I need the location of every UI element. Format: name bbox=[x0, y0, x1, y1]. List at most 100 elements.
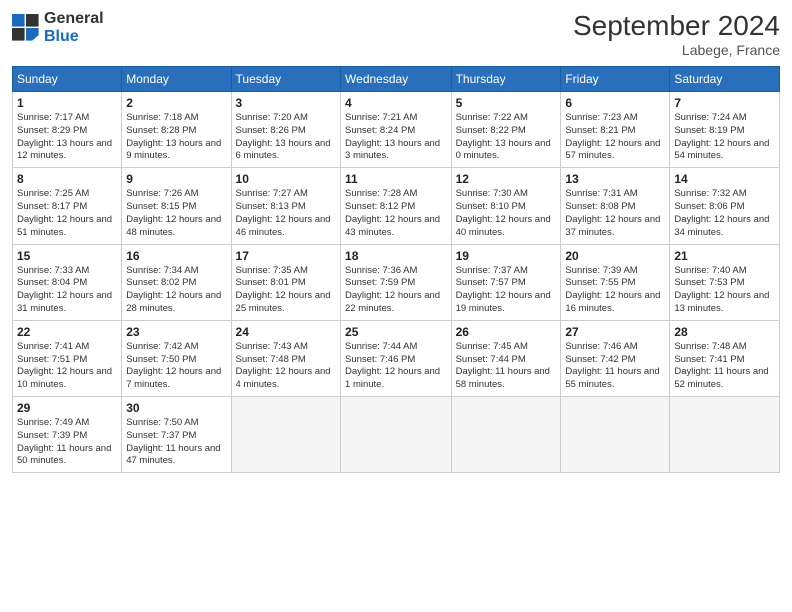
day-number: 8 bbox=[17, 172, 117, 186]
day-number: 18 bbox=[345, 249, 447, 263]
day-number: 16 bbox=[126, 249, 226, 263]
calendar-header-row: SundayMondayTuesdayWednesdayThursdayFrid… bbox=[13, 67, 780, 92]
calendar-cell: 17Sunrise: 7:35 AMSunset: 8:01 PMDayligh… bbox=[231, 244, 341, 320]
calendar-cell: 15 Sunrise: 7:33 AMSunset: 8:04 PMDayligh… bbox=[13, 244, 122, 320]
calendar-cell: 4 Sunrise: 7:21 AMSunset: 8:24 PMDaylight… bbox=[341, 92, 452, 168]
calendar-cell: 25Sunrise: 7:44 AMSunset: 7:46 PMDayligh… bbox=[341, 320, 452, 396]
calendar-cell bbox=[341, 397, 452, 473]
day-info: Sunrise: 7:43 AMSunset: 7:48 PMDaylight:… bbox=[236, 341, 337, 392]
day-number: 5 bbox=[456, 96, 557, 110]
calendar-cell: 10 Sunrise: 7:27 AMSunset: 8:13 PMDayligh… bbox=[231, 168, 341, 244]
day-info: Sunrise: 7:41 AMSunset: 7:51 PMDaylight:… bbox=[17, 341, 117, 392]
title-block: September 2024 Labege, France bbox=[573, 10, 780, 58]
calendar-cell: 2 Sunrise: 7:18 AMSunset: 8:28 PMDaylight… bbox=[122, 92, 231, 168]
calendar-cell: 11Sunrise: 7:28 AMSunset: 8:12 PMDayligh… bbox=[341, 168, 452, 244]
logo-icon bbox=[12, 14, 40, 42]
day-number: 22 bbox=[17, 325, 117, 339]
day-info: Sunrise: 7:25 AMSunset: 8:17 PMDaylight:… bbox=[17, 188, 117, 239]
weekday-header: Thursday bbox=[451, 67, 561, 92]
day-number: 26 bbox=[456, 325, 557, 339]
weekday-header: Wednesday bbox=[341, 67, 452, 92]
day-number: 4 bbox=[345, 96, 447, 110]
day-number: 27 bbox=[565, 325, 665, 339]
calendar-cell: 9 Sunrise: 7:26 AMSunset: 8:15 PMDaylight… bbox=[122, 168, 231, 244]
calendar-cell: 8 Sunrise: 7:25 AMSunset: 8:17 PMDaylight… bbox=[13, 168, 122, 244]
day-info: Sunrise: 7:26 AMSunset: 8:15 PMDaylight:… bbox=[126, 188, 226, 239]
day-info: Sunrise: 7:36 AMSunset: 7:59 PMDaylight:… bbox=[345, 265, 447, 316]
day-number: 15 bbox=[17, 249, 117, 263]
calendar-week-row: 15 Sunrise: 7:33 AMSunset: 8:04 PMDayligh… bbox=[13, 244, 780, 320]
page-container: General Blue September 2024 Labege, Fran… bbox=[0, 0, 792, 483]
day-number: 9 bbox=[126, 172, 226, 186]
weekday-header: Sunday bbox=[13, 67, 122, 92]
calendar-cell: 22 Sunrise: 7:41 AMSunset: 7:51 PMDayligh… bbox=[13, 320, 122, 396]
day-number: 1 bbox=[17, 96, 117, 110]
day-info: Sunrise: 7:39 AMSunset: 7:55 PMDaylight:… bbox=[565, 265, 665, 316]
day-info: Sunrise: 7:49 AMSunset: 7:39 PMDaylight:… bbox=[17, 417, 117, 468]
day-info: Sunrise: 7:40 AMSunset: 7:53 PMDaylight:… bbox=[674, 265, 775, 316]
calendar-week-row: 8 Sunrise: 7:25 AMSunset: 8:17 PMDaylight… bbox=[13, 168, 780, 244]
day-info: Sunrise: 7:28 AMSunset: 8:12 PMDaylight:… bbox=[345, 188, 447, 239]
day-number: 17 bbox=[236, 249, 337, 263]
calendar-week-row: 22 Sunrise: 7:41 AMSunset: 7:51 PMDayligh… bbox=[13, 320, 780, 396]
calendar-week-row: 1 Sunrise: 7:17 AMSunset: 8:29 PMDaylight… bbox=[13, 92, 780, 168]
day-number: 20 bbox=[565, 249, 665, 263]
weekday-header: Tuesday bbox=[231, 67, 341, 92]
calendar-cell: 12 Sunrise: 7:30 AMSunset: 8:10 PMDayligh… bbox=[451, 168, 561, 244]
calendar-cell: 16 Sunrise: 7:34 AMSunset: 8:02 PMDayligh… bbox=[122, 244, 231, 320]
day-number: 19 bbox=[456, 249, 557, 263]
day-info: Sunrise: 7:46 AMSunset: 7:42 PMDaylight:… bbox=[565, 341, 665, 392]
day-number: 6 bbox=[565, 96, 665, 110]
calendar-cell bbox=[561, 397, 670, 473]
day-info: Sunrise: 7:23 AMSunset: 8:21 PMDaylight:… bbox=[565, 112, 665, 163]
day-info: Sunrise: 7:31 AMSunset: 8:08 PMDaylight:… bbox=[565, 188, 665, 239]
day-number: 10 bbox=[236, 172, 337, 186]
calendar-cell: 24 Sunrise: 7:43 AMSunset: 7:48 PMDayligh… bbox=[231, 320, 341, 396]
day-info: Sunrise: 7:34 AMSunset: 8:02 PMDaylight:… bbox=[126, 265, 226, 316]
calendar-table: SundayMondayTuesdayWednesdayThursdayFrid… bbox=[12, 66, 780, 473]
day-info: Sunrise: 7:50 AMSunset: 7:37 PMDaylight:… bbox=[126, 417, 226, 468]
day-number: 2 bbox=[126, 96, 226, 110]
calendar-cell: 13Sunrise: 7:31 AMSunset: 8:08 PMDayligh… bbox=[561, 168, 670, 244]
day-info: Sunrise: 7:48 AMSunset: 7:41 PMDaylight:… bbox=[674, 341, 775, 392]
day-info: Sunrise: 7:42 AMSunset: 7:50 PMDaylight:… bbox=[126, 341, 226, 392]
calendar-cell: 6 Sunrise: 7:23 AMSunset: 8:21 PMDaylight… bbox=[561, 92, 670, 168]
day-number: 29 bbox=[17, 401, 117, 415]
day-info: Sunrise: 7:30 AMSunset: 8:10 PMDaylight:… bbox=[456, 188, 557, 239]
logo-text: General Blue bbox=[44, 10, 104, 45]
day-info: Sunrise: 7:44 AMSunset: 7:46 PMDaylight:… bbox=[345, 341, 447, 392]
calendar-cell: 18 Sunrise: 7:36 AMSunset: 7:59 PMDayligh… bbox=[341, 244, 452, 320]
calendar-cell: 1 Sunrise: 7:17 AMSunset: 8:29 PMDaylight… bbox=[13, 92, 122, 168]
calendar-cell bbox=[451, 397, 561, 473]
day-info: Sunrise: 7:17 AMSunset: 8:29 PMDaylight:… bbox=[17, 112, 117, 163]
location: Labege, France bbox=[573, 42, 780, 58]
calendar-cell: 19 Sunrise: 7:37 AMSunset: 7:57 PMDayligh… bbox=[451, 244, 561, 320]
header: General Blue September 2024 Labege, Fran… bbox=[12, 10, 780, 58]
day-number: 3 bbox=[236, 96, 337, 110]
calendar-cell: 29 Sunrise: 7:49 AMSunset: 7:39 PMDayligh… bbox=[13, 397, 122, 473]
day-number: 23 bbox=[126, 325, 226, 339]
day-number: 14 bbox=[674, 172, 775, 186]
day-info: Sunrise: 7:33 AMSunset: 8:04 PMDaylight:… bbox=[17, 265, 117, 316]
day-number: 24 bbox=[236, 325, 337, 339]
day-number: 12 bbox=[456, 172, 557, 186]
weekday-header: Monday bbox=[122, 67, 231, 92]
logo: General Blue bbox=[12, 10, 104, 45]
day-info: Sunrise: 7:27 AMSunset: 8:13 PMDaylight:… bbox=[236, 188, 337, 239]
day-info: Sunrise: 7:21 AMSunset: 8:24 PMDaylight:… bbox=[345, 112, 447, 163]
calendar-cell: 28 Sunrise: 7:48 AMSunset: 7:41 PMDayligh… bbox=[670, 320, 780, 396]
day-info: Sunrise: 7:37 AMSunset: 7:57 PMDaylight:… bbox=[456, 265, 557, 316]
calendar-cell: 27 Sunrise: 7:46 AMSunset: 7:42 PMDayligh… bbox=[561, 320, 670, 396]
day-info: Sunrise: 7:22 AMSunset: 8:22 PMDaylight:… bbox=[456, 112, 557, 163]
day-info: Sunrise: 7:18 AMSunset: 8:28 PMDaylight:… bbox=[126, 112, 226, 163]
month-title: September 2024 bbox=[573, 10, 780, 42]
calendar-cell: 7Sunrise: 7:24 AMSunset: 8:19 PMDaylight… bbox=[670, 92, 780, 168]
calendar-cell: 3Sunrise: 7:20 AMSunset: 8:26 PMDaylight… bbox=[231, 92, 341, 168]
calendar-cell: 5 Sunrise: 7:22 AMSunset: 8:22 PMDaylight… bbox=[451, 92, 561, 168]
weekday-header: Saturday bbox=[670, 67, 780, 92]
day-info: Sunrise: 7:45 AMSunset: 7:44 PMDaylight:… bbox=[456, 341, 557, 392]
calendar-cell: 26 Sunrise: 7:45 AMSunset: 7:44 PMDayligh… bbox=[451, 320, 561, 396]
weekday-header: Friday bbox=[561, 67, 670, 92]
day-number: 28 bbox=[674, 325, 775, 339]
calendar-cell: 23 Sunrise: 7:42 AMSunset: 7:50 PMDayligh… bbox=[122, 320, 231, 396]
